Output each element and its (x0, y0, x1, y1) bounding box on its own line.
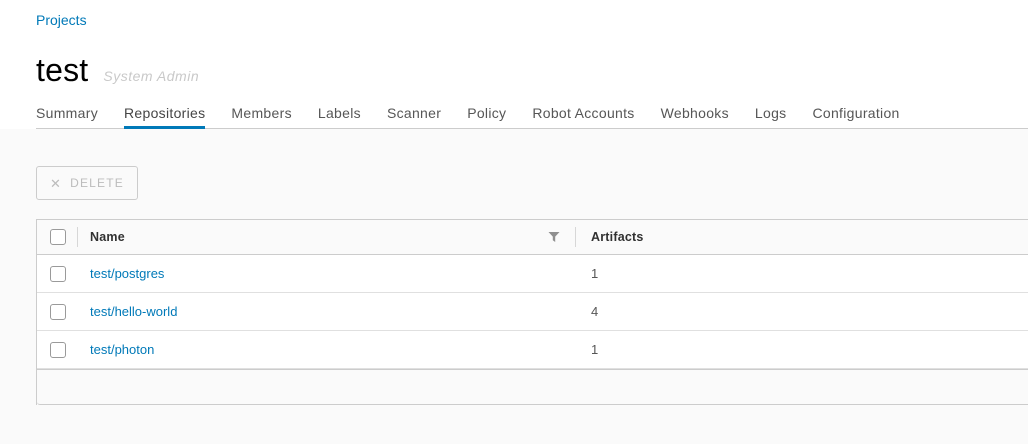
user-role-label: System Admin (103, 57, 199, 95)
repo-link[interactable]: test/hello-world (90, 304, 177, 319)
breadcrumb-projects-link[interactable]: Projects (36, 0, 87, 28)
tab-logs[interactable]: Logs (755, 105, 787, 128)
repositories-panel: ✕ DELETE Name Artifacts (0, 129, 1028, 444)
table-header-row: Name Artifacts (37, 219, 1028, 255)
name-column-header: Name (78, 220, 576, 254)
delete-button-label: DELETE (70, 176, 124, 190)
repo-link[interactable]: test/postgres (90, 266, 164, 281)
name-column-label: Name (90, 230, 125, 244)
repo-name-cell: test/postgres (78, 255, 576, 292)
tab-webhooks[interactable]: Webhooks (661, 105, 729, 128)
row-select-cell (37, 255, 78, 292)
close-icon: ✕ (50, 177, 62, 190)
row-select-cell (37, 331, 78, 368)
artifact-count-cell: 1 (576, 331, 1028, 368)
tab-scanner[interactable]: Scanner (387, 105, 441, 128)
tab-bar: Summary Repositories Members Labels Scan… (36, 105, 1028, 129)
artifacts-column-header: Artifacts (576, 220, 1028, 254)
tab-labels[interactable]: Labels (318, 105, 361, 128)
artifact-count: 4 (591, 304, 598, 319)
repositories-table: Name Artifacts test/postgres 1 (36, 219, 1028, 405)
repo-name-cell: test/photon (78, 331, 576, 368)
tab-robot-accounts[interactable]: Robot Accounts (532, 105, 634, 128)
row-checkbox[interactable] (50, 266, 66, 282)
artifact-count: 1 (591, 266, 598, 281)
tab-configuration[interactable]: Configuration (812, 105, 899, 128)
filter-funnel-icon[interactable] (548, 231, 560, 243)
title-row: test System Admin (36, 51, 1028, 95)
table-row: test/hello-world 4 (37, 293, 1028, 331)
tab-members[interactable]: Members (231, 105, 291, 128)
tab-summary[interactable]: Summary (36, 105, 98, 128)
artifacts-column-label: Artifacts (591, 230, 644, 244)
page-header: Projects test System Admin Summary Repos… (0, 0, 1028, 129)
table-row: test/postgres 1 (37, 255, 1028, 293)
artifact-count-cell: 4 (576, 293, 1028, 330)
row-checkbox[interactable] (50, 342, 66, 358)
row-select-cell (37, 293, 78, 330)
table-row: test/photon 1 (37, 331, 1028, 369)
artifact-count-cell: 1 (576, 255, 1028, 292)
tab-policy[interactable]: Policy (467, 105, 506, 128)
row-checkbox[interactable] (50, 304, 66, 320)
page-title: test (36, 51, 88, 89)
select-all-checkbox[interactable] (50, 229, 66, 245)
artifact-count: 1 (591, 342, 598, 357)
select-all-cell (37, 220, 78, 254)
repo-link[interactable]: test/photon (90, 342, 154, 357)
tab-repositories[interactable]: Repositories (124, 105, 205, 128)
delete-button[interactable]: ✕ DELETE (36, 166, 138, 200)
repo-name-cell: test/hello-world (78, 293, 576, 330)
table-footer (37, 369, 1028, 405)
